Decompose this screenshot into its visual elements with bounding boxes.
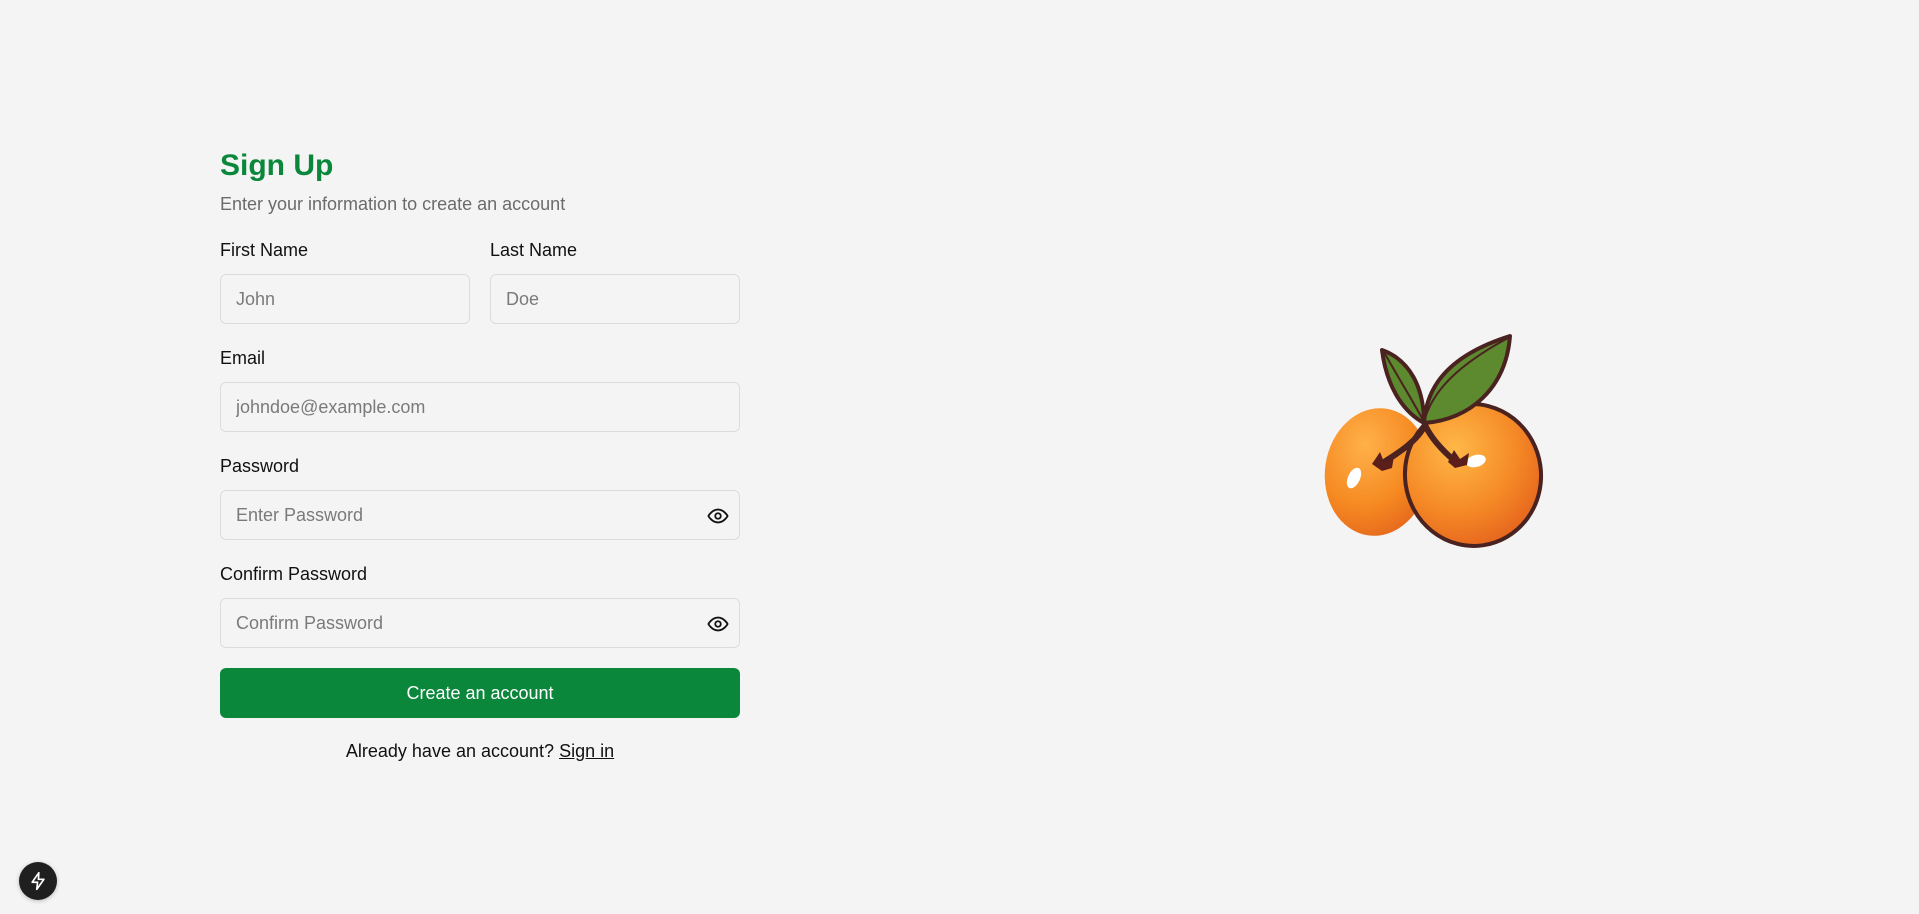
page-title: Sign Up [220, 149, 334, 182]
name-row: First Name Last Name [220, 240, 740, 324]
password-input[interactable] [221, 491, 739, 539]
email-field-group: Email [220, 348, 740, 432]
apricot-illustration [1324, 334, 1544, 548]
page-subtitle: Enter your information to create an acco… [220, 194, 566, 214]
eye-icon[interactable] [707, 505, 729, 527]
first-name-field-group: First Name [220, 240, 470, 324]
confirm-password-field-group: Confirm Password [220, 564, 740, 648]
confirm-password-label: Confirm Password [220, 564, 368, 584]
lightning-icon [31, 871, 45, 891]
eye-icon[interactable] [707, 613, 729, 635]
first-name-input-box [220, 274, 470, 324]
confirm-password-input-box [220, 598, 740, 648]
password-label: Password [220, 456, 300, 476]
first-name-label: First Name [220, 240, 309, 260]
email-input-box [220, 382, 740, 432]
email-label: Email [220, 348, 266, 368]
dev-tools-button[interactable] [19, 862, 57, 900]
create-account-button[interactable]: Create an account [220, 668, 740, 718]
email-input[interactable] [221, 383, 739, 431]
confirm-password-input[interactable] [221, 599, 739, 647]
password-input-box [220, 490, 740, 540]
last-name-field-group: Last Name [490, 240, 740, 324]
signin-link[interactable]: Sign in [559, 741, 614, 761]
signin-prompt: Already have an account? Sign in [220, 740, 740, 762]
signin-prompt-text: Already have an account? [345, 741, 555, 761]
last-name-label: Last Name [490, 240, 578, 260]
signup-form: Sign Up Enter your information to create… [220, 146, 740, 762]
last-name-input-box [490, 274, 740, 324]
password-field-group: Password [220, 456, 740, 540]
first-name-input[interactable] [221, 275, 469, 323]
last-name-input[interactable] [491, 275, 739, 323]
